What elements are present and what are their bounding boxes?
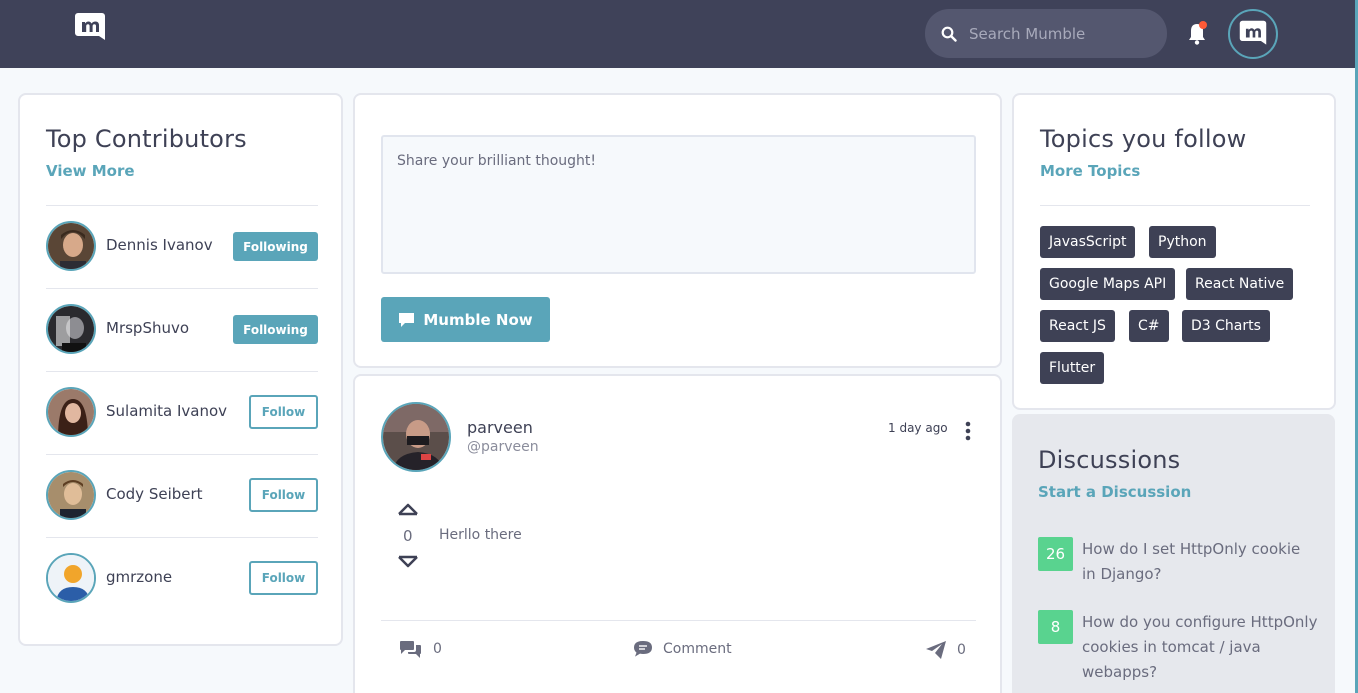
avatar[interactable]	[46, 221, 96, 271]
comment-icon	[634, 641, 652, 657]
divider	[46, 454, 318, 455]
avatar[interactable]	[381, 402, 451, 472]
following-button[interactable]: Following	[233, 232, 318, 261]
search-input[interactable]	[969, 24, 1159, 43]
divider	[46, 537, 318, 538]
post-author-name[interactable]: parveen	[467, 418, 533, 437]
top-navigation-bar	[0, 0, 1358, 68]
discussions-card: Discussions Start a Discussion 26 How do…	[1012, 414, 1335, 693]
post-timestamp: 1 day ago	[888, 421, 948, 435]
search-icon	[941, 26, 957, 42]
topic-tag[interactable]: Google Maps API	[1040, 268, 1176, 300]
avatar[interactable]	[46, 553, 96, 603]
contributor-row[interactable]: Dennis Ivanov Following	[46, 221, 318, 273]
user-avatar[interactable]	[1228, 9, 1278, 59]
share-button[interactable]: 0	[925, 640, 966, 660]
comment-label: Comment	[663, 641, 732, 657]
card-title: Discussions	[1038, 446, 1181, 474]
topic-tag[interactable]: React Native	[1186, 268, 1294, 300]
button-label: Mumble Now	[423, 310, 533, 329]
topic-tag[interactable]: React JS	[1040, 310, 1115, 342]
divider	[46, 371, 318, 372]
start-discussion-link[interactable]: Start a Discussion	[1038, 483, 1191, 501]
downvote-icon[interactable]	[397, 554, 419, 570]
top-contributors-card: Top Contributors View More Dennis Ivanov…	[18, 93, 343, 646]
contributor-row[interactable]: Sulamita Ivanov Follow	[46, 387, 318, 439]
topics-card: Topics you follow More Topics JavasScrip…	[1012, 93, 1336, 410]
vote-count: 0	[403, 527, 413, 545]
divider	[381, 620, 976, 621]
search-bar[interactable]	[925, 9, 1167, 58]
composer-card: Mumble Now	[353, 93, 1002, 368]
send-icon	[926, 641, 946, 659]
post-card: parveen @parveen 1 day ago 0 Herllo ther…	[353, 374, 1002, 693]
contributor-row[interactable]: MrspShuvo Following	[46, 304, 318, 356]
comments-count[interactable]: 0	[399, 640, 442, 658]
message-icon	[399, 312, 415, 327]
post-content: Herllo there	[439, 527, 522, 543]
divider	[1040, 205, 1310, 206]
contributor-name[interactable]: MrspShuvo	[106, 319, 189, 337]
discussion-count-badge: 26	[1038, 537, 1073, 571]
contributor-row[interactable]: gmrzone Follow	[46, 553, 318, 605]
avatar[interactable]	[46, 387, 96, 437]
view-more-link[interactable]: View More	[46, 162, 135, 180]
contributor-row[interactable]: Cody Seibert Follow	[46, 470, 318, 522]
thought-input[interactable]	[381, 135, 976, 274]
more-topics-link[interactable]: More Topics	[1040, 162, 1140, 180]
comment-count: 0	[433, 641, 442, 657]
contributor-name[interactable]: Sulamita Ivanov	[106, 402, 227, 420]
post-author-handle[interactable]: @parveen	[467, 439, 539, 455]
topic-tag[interactable]: Flutter	[1040, 352, 1105, 384]
follow-button[interactable]: Follow	[249, 478, 318, 512]
comment-button[interactable]: Comment	[633, 640, 732, 658]
follow-button[interactable]: Follow	[249, 395, 318, 429]
mumble-now-button[interactable]: Mumble Now	[381, 297, 550, 342]
following-button[interactable]: Following	[233, 315, 318, 344]
comments-icon	[400, 641, 421, 658]
contributor-name[interactable]: Dennis Ivanov	[106, 236, 213, 254]
contributor-name[interactable]: Cody Seibert	[106, 485, 203, 503]
card-title: Top Contributors	[46, 125, 247, 153]
mumble-logo-icon	[1239, 20, 1267, 45]
divider	[46, 205, 318, 206]
avatar[interactable]	[46, 304, 96, 354]
discussion-count-badge: 8	[1038, 610, 1073, 644]
avatar[interactable]	[46, 470, 96, 520]
topic-tag[interactable]: JavasScript	[1040, 226, 1136, 258]
divider	[46, 288, 318, 289]
notification-bell-icon[interactable]	[1185, 20, 1211, 46]
share-count: 0	[957, 642, 966, 658]
card-title: Topics you follow	[1040, 125, 1247, 153]
more-options-icon[interactable]	[963, 420, 973, 442]
discussion-title[interactable]: How do you configure HttpOnly cookies in…	[1082, 610, 1318, 685]
mumble-logo-icon[interactable]	[74, 11, 106, 45]
discussion-title[interactable]: How do I set HttpOnly cookie in Django?	[1082, 537, 1318, 587]
contributor-name[interactable]: gmrzone	[106, 568, 172, 586]
upvote-icon[interactable]	[397, 501, 419, 517]
topic-tag[interactable]: C#	[1129, 310, 1169, 342]
topic-tag[interactable]: Python	[1149, 226, 1216, 258]
topic-tag[interactable]: D3 Charts	[1182, 310, 1270, 342]
follow-button[interactable]: Follow	[249, 561, 318, 595]
